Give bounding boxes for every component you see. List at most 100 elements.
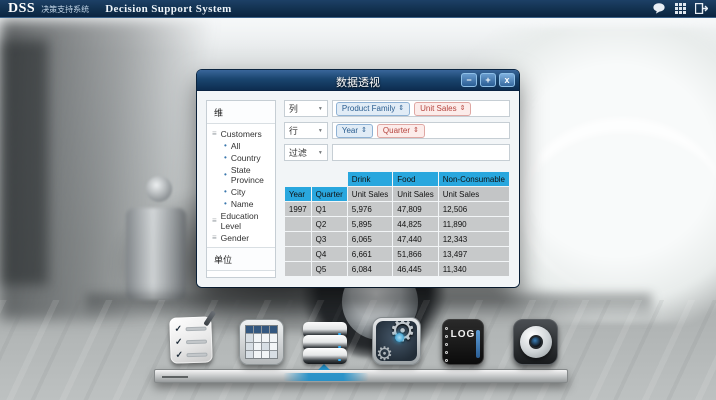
chat-icon[interactable]: [653, 3, 666, 14]
value-cell: 5,976: [348, 202, 392, 216]
col-header-food: Food: [393, 172, 437, 186]
tree-group-gender[interactable]: ≡ Gender: [209, 232, 273, 244]
dimension-panel: 维 ≡ Customers • All • Country: [206, 100, 276, 278]
pill-unit-sales[interactable]: Unit Sales ⇕: [414, 102, 471, 116]
year-cell: 1997: [285, 202, 311, 216]
updown-icon: ⇕: [413, 127, 419, 134]
spreadsheet-icon: [239, 319, 284, 365]
dock-item-settings[interactable]: ⚙ ⚙: [372, 317, 421, 365]
logout-icon[interactable]: [695, 3, 708, 14]
tree-group-label: Customers: [221, 129, 262, 139]
filter-dropdown[interactable]: 过滤 ▼: [284, 144, 328, 161]
quarter-cell: Q3: [312, 232, 347, 246]
background-doorway: [0, 40, 48, 285]
tree-item-label: City: [231, 187, 246, 197]
tree-item-city[interactable]: • City: [209, 186, 273, 198]
grid-icon[interactable]: [675, 3, 686, 14]
value-cell: 51,866: [393, 247, 437, 261]
log-book-icon: LOG: [442, 319, 484, 365]
background-floor-texture: [0, 300, 716, 400]
close-button[interactable]: x: [499, 73, 515, 87]
tree-group-label: Gender: [221, 233, 249, 243]
tree-item-label: Name: [231, 199, 254, 209]
tree-group-customers[interactable]: ≡ Customers: [209, 128, 273, 140]
row-axis-field[interactable]: Year ⇕ Quarter ⇕: [332, 122, 510, 139]
measure-header: Unit Sales: [439, 187, 509, 201]
table-measure-header-row: Year Quarter Unit Sales Unit Sales Unit …: [285, 187, 509, 201]
value-cell: 13,497: [439, 247, 509, 261]
dock-item-webcam[interactable]: [513, 319, 558, 365]
column-axis-dropdown[interactable]: 列 ▼: [284, 100, 328, 117]
tree-item-state-province[interactable]: • State Province: [209, 164, 273, 186]
dialog-titlebar[interactable]: 数据透视 − + x: [197, 70, 519, 91]
value-cell: 11,340: [439, 262, 509, 276]
bullet-icon: •: [224, 154, 227, 162]
dimensions-header: 维: [207, 101, 275, 124]
tree-group-education-level[interactable]: ≡ Education Level: [209, 210, 273, 232]
drag-handle-icon: ≡: [212, 217, 217, 225]
app-title: Decision Support System: [105, 3, 232, 15]
measure-list: • Unit Sales • Store Cost • Store Sales …: [207, 271, 275, 278]
gear-icon: ⚙: [376, 345, 393, 361]
desktop: DSS 决策支持系统 Decision Support System: [0, 0, 716, 400]
bullet-icon: •: [224, 171, 227, 179]
dss-logo: DSS: [8, 1, 35, 17]
quarter-cell: Q1: [312, 202, 347, 216]
chevron-down-icon: ▼: [318, 128, 323, 134]
bullet-icon: •: [224, 200, 227, 208]
chevron-down-icon: ▼: [318, 150, 323, 156]
pill-product-family[interactable]: Product Family ⇕: [336, 102, 410, 116]
value-cell: 5,895: [348, 217, 392, 231]
drag-handle-icon: ≡: [212, 234, 217, 242]
chevron-down-icon: ▼: [318, 106, 323, 112]
pill-year[interactable]: Year ⇕: [336, 124, 373, 138]
year-cell: [285, 217, 311, 231]
blank-cell: [312, 172, 347, 186]
dock-item-task-list[interactable]: ✓ ✓ ✓: [170, 317, 216, 365]
pill-label: Product Family: [342, 105, 395, 113]
maximize-button[interactable]: +: [480, 73, 496, 87]
check-icon: ✓: [174, 324, 182, 333]
row-header-year: Year: [285, 187, 311, 201]
pivot-table: Drink Food Non-Consumable Year Quarter U…: [284, 171, 510, 277]
value-cell: 6,661: [348, 247, 392, 261]
active-app-glow: [283, 373, 369, 381]
row-axis-row: 行 ▼ Year ⇕ Quarter ⇕: [284, 122, 510, 139]
tree-item-all[interactable]: • All: [209, 140, 273, 152]
col-header-non-consumable: Non-Consumable: [439, 172, 509, 186]
dimension-tree: ≡ Customers • All • Country • State Prov…: [207, 124, 275, 247]
tree-item-country[interactable]: • Country: [209, 152, 273, 164]
measures-header: 单位: [207, 247, 275, 271]
measure-header: Unit Sales: [348, 187, 392, 201]
column-axis-row: 列 ▼ Product Family ⇕ Unit Sales ⇕: [284, 100, 510, 117]
dock-item-data-stack[interactable]: [303, 323, 347, 367]
filter-field[interactable]: [332, 144, 510, 161]
column-axis-label: 列: [289, 102, 298, 115]
gear-hub: [395, 333, 404, 342]
dock-bar: [154, 369, 568, 383]
table-row: Q5 6,084 46,445 11,340: [285, 262, 509, 276]
year-cell: [285, 247, 311, 261]
webcam-lens: [529, 335, 543, 349]
minimize-button[interactable]: −: [461, 73, 477, 87]
filter-label: 过滤: [289, 146, 307, 159]
measure-item-unit-sales[interactable]: • Unit Sales: [209, 275, 273, 278]
value-cell: 44,825: [393, 217, 437, 231]
drag-handle-icon: ≡: [212, 130, 217, 138]
quarter-cell: Q4: [312, 247, 347, 261]
dock-item-log[interactable]: LOG: [442, 319, 484, 365]
pill-quarter[interactable]: Quarter ⇕: [377, 124, 425, 138]
row-header-quarter: Quarter: [312, 187, 347, 201]
table-row: Q2 5,895 44,825 11,890: [285, 217, 509, 231]
row-axis-dropdown[interactable]: 行 ▼: [284, 122, 328, 139]
column-axis-field[interactable]: Product Family ⇕ Unit Sales ⇕: [332, 100, 510, 117]
tree-item-name[interactable]: • Name: [209, 198, 273, 210]
updown-icon: ⇕: [460, 105, 466, 112]
table-row: 1997 Q1 5,976 47,809 12,506: [285, 202, 509, 216]
background-car-headlight: [146, 176, 172, 202]
background-car-grille: [126, 208, 186, 300]
row-axis-label: 行: [289, 124, 298, 137]
dock-item-spreadsheet[interactable]: [239, 319, 284, 365]
year-cell: [285, 232, 311, 246]
gears-icon: ⚙ ⚙: [372, 317, 421, 365]
